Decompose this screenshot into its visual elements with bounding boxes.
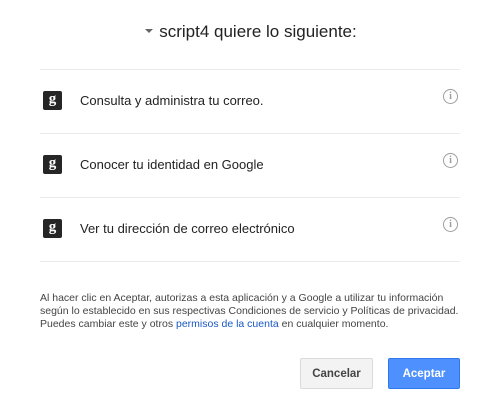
google-g-icon: g: [43, 91, 62, 110]
caret-down-icon[interactable]: [145, 28, 154, 33]
consent-header: script4 quiere lo siguiente:: [0, 22, 502, 42]
info-icon[interactable]: i: [443, 153, 458, 168]
google-g-icon: g: [43, 155, 62, 174]
scope-item-mail: g Consulta y administra tu correo. i: [40, 69, 460, 133]
info-icon[interactable]: i: [443, 89, 458, 104]
app-title: script4 quiere lo siguiente:: [159, 22, 357, 41]
scope-label: Conocer tu identidad en Google: [80, 157, 264, 172]
scope-item-identity: g Conocer tu identidad en Google i: [40, 133, 460, 197]
accept-button[interactable]: Aceptar: [388, 358, 460, 389]
scope-label: Ver tu dirección de correo electrónico: [80, 221, 295, 236]
consent-text: Al hacer clic en Aceptar, autorizas a es…: [40, 292, 464, 331]
google-g-icon: g: [43, 219, 62, 238]
cancel-button[interactable]: Cancelar: [300, 358, 373, 389]
scope-label: Consulta y administra tu correo.: [80, 93, 264, 108]
account-permissions-link[interactable]: permisos de la cuenta: [176, 318, 279, 330]
scope-list: g Consulta y administra tu correo. i g C…: [40, 69, 460, 262]
info-icon[interactable]: i: [443, 217, 458, 232]
scope-item-email: g Ver tu dirección de correo electrónico…: [40, 197, 460, 262]
consent-text-after: en cualquier momento.: [278, 318, 389, 330]
